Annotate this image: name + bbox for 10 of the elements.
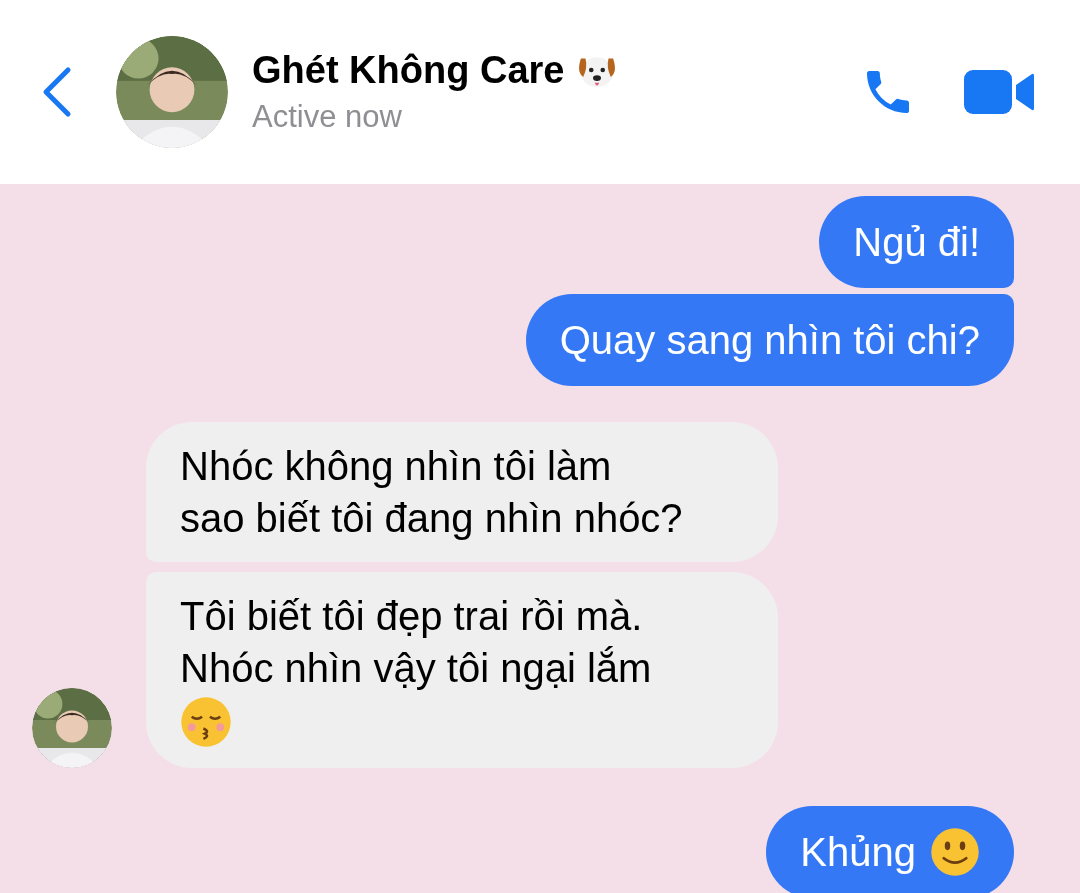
- message-text: Quay sang nhìn tôi chi?: [559, 318, 980, 362]
- video-camera-icon[interactable]: [962, 67, 1036, 117]
- smiling-face-icon: [930, 827, 980, 877]
- message-text: Nhóc không nhìn tôi làm sao biết tôi đang nhìn nhóc?: [180, 443, 683, 542]
- active-status: Active now: [252, 98, 403, 136]
- kissing-face-icon: [180, 696, 232, 748]
- contact-name: Ghét Không Care: [252, 48, 565, 93]
- message-text: Ngủ đi!: [853, 220, 980, 264]
- message-text: Tôi biết tôi đẹp trai rồi mà. Nhóc nhìn vậy tôi ngại lắm: [180, 593, 653, 692]
- message-text: Khủng: [800, 829, 916, 876]
